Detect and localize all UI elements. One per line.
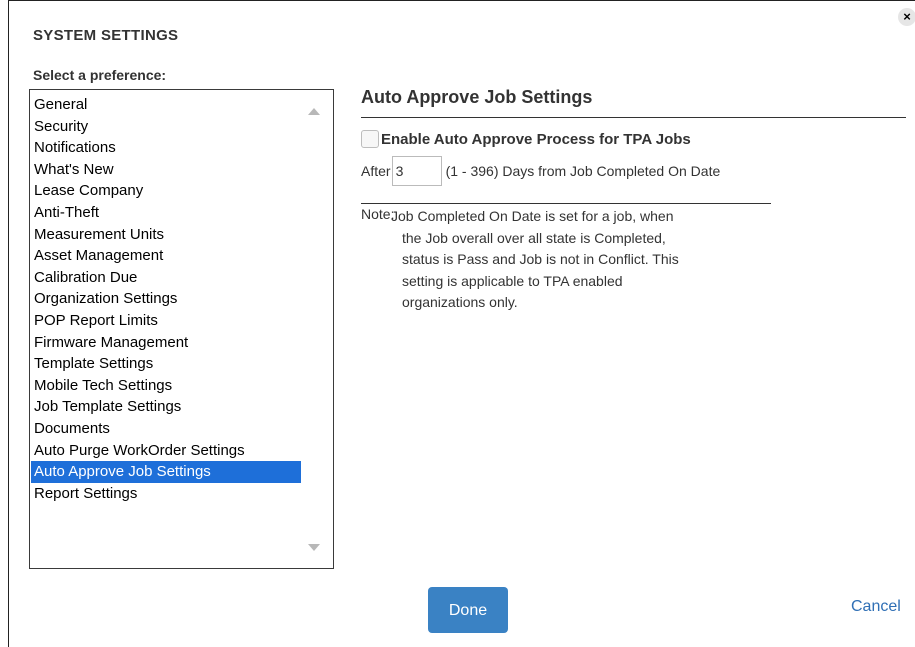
note-prefix: Note:	[361, 206, 395, 222]
preference-item[interactable]: Notifications	[31, 137, 301, 159]
enable-auto-approve-row: Enable Auto Approve Process for TPA Jobs	[361, 129, 691, 149]
preference-item[interactable]: Organization Settings	[31, 288, 301, 310]
section-divider	[361, 117, 906, 118]
enable-auto-approve-label[interactable]: Enable Auto Approve Process for TPA Jobs	[381, 131, 691, 148]
preference-item[interactable]: General	[31, 94, 301, 116]
preference-item[interactable]: Asset Management	[31, 245, 301, 267]
note-line: setting is applicable to TPA enabled	[402, 272, 623, 289]
scroll-up-arrow-icon[interactable]	[308, 108, 320, 115]
preference-item[interactable]: Auto Purge WorkOrder Settings	[31, 440, 301, 462]
section-title: Auto Approve Job Settings	[361, 87, 593, 107]
preference-item[interactable]: Lease Company	[31, 180, 301, 202]
preference-item[interactable]: Firmware Management	[31, 332, 301, 354]
preference-item[interactable]: Documents	[31, 418, 301, 440]
days-row: After (1 - 396) Days from Job Completed …	[361, 156, 720, 186]
preference-item[interactable]: Report Settings	[31, 483, 301, 505]
preference-item[interactable]: Job Template Settings	[31, 396, 301, 418]
dialog-title: SYSTEM SETTINGS	[33, 27, 179, 44]
note-text: Job Completed On Date is set for a job, …	[391, 206, 782, 314]
days-hint: (1 - 396) Days from Job Completed On Dat…	[445, 163, 721, 179]
note-line: Job Completed On Date is set for a job, …	[391, 208, 674, 224]
preference-item[interactable]: Template Settings	[31, 353, 301, 375]
enable-auto-approve-checkbox[interactable]	[361, 130, 379, 148]
note-line: the Job overall over all state is Comple…	[402, 229, 666, 246]
preference-items: General Security Notifications What's New Le…	[31, 94, 301, 504]
preference-item[interactable]: Auto Approve Job Settings	[31, 461, 301, 483]
preference-item[interactable]: Security	[31, 116, 301, 138]
preference-item[interactable]: Anti-Theft	[31, 202, 301, 224]
cancel-link[interactable]: Cancel	[851, 598, 901, 616]
scroll-down-arrow-icon[interactable]	[308, 544, 320, 551]
preference-item[interactable]: POP Report Limits	[31, 310, 301, 332]
note-divider	[361, 203, 771, 204]
after-label: After	[361, 163, 391, 179]
close-icon[interactable]: ×	[898, 8, 915, 26]
preference-list[interactable]: General Security Notifications What's New Le…	[29, 89, 334, 569]
note-line: status is Pass and Job is not in Conflic…	[402, 251, 679, 267]
note-line: organizations only.	[402, 294, 518, 310]
preference-item[interactable]: What's New	[31, 159, 301, 181]
preference-item[interactable]: Calibration Due	[31, 267, 301, 289]
done-button[interactable]: Done	[428, 587, 508, 633]
preference-item[interactable]: Measurement Units	[31, 224, 301, 246]
preference-list-label: Select a preference:	[33, 67, 167, 83]
preference-item[interactable]: Mobile Tech Settings	[31, 375, 301, 397]
days-input[interactable]	[391, 156, 442, 186]
